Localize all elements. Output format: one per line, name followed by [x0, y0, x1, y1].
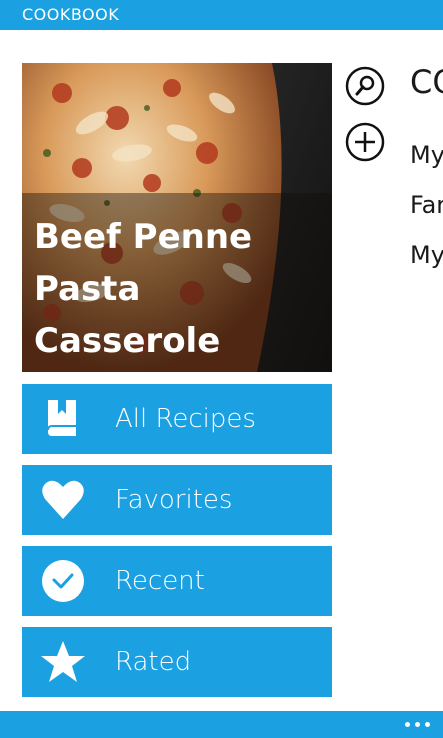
star-icon: [41, 641, 85, 682]
add-icon[interactable]: [345, 122, 385, 162]
side-panel-entry[interactable]: Far: [410, 190, 443, 220]
cookbook-screen: COOKBOOK Beef Penne Pasta Casserole All …: [0, 0, 443, 738]
side-panel-entry[interactable]: My: [410, 240, 443, 270]
menu-tile-label: Recent: [115, 566, 205, 596]
side-panel-heading: CO: [410, 63, 443, 101]
clock-icon: [42, 560, 84, 602]
book-icon: [47, 400, 76, 436]
ellipsis-icon[interactable]: [403, 716, 433, 732]
search-icon[interactable]: [345, 66, 385, 106]
menu-tile-recent[interactable]: Recent: [22, 546, 332, 616]
heart-icon: [42, 480, 84, 519]
title-bar: COOKBOOK: [0, 0, 443, 30]
menu-tile-label: All Recipes: [115, 404, 256, 434]
featured-recipe-title: Beef Penne Pasta Casserole: [34, 217, 253, 361]
menu-tile-favorites[interactable]: Favorites: [22, 465, 332, 535]
menu-tile-rated[interactable]: Rated: [22, 627, 332, 697]
featured-recipe-tile[interactable]: Beef Penne Pasta Casserole: [22, 63, 332, 372]
app-title: COOKBOOK: [22, 5, 120, 24]
app-bar: [0, 711, 443, 738]
side-panel-entry[interactable]: My: [410, 140, 443, 170]
menu-tile-all-recipes[interactable]: All Recipes: [22, 384, 332, 454]
menu-tile-label: Favorites: [115, 485, 233, 515]
menu-tile-label: Rated: [115, 647, 192, 677]
